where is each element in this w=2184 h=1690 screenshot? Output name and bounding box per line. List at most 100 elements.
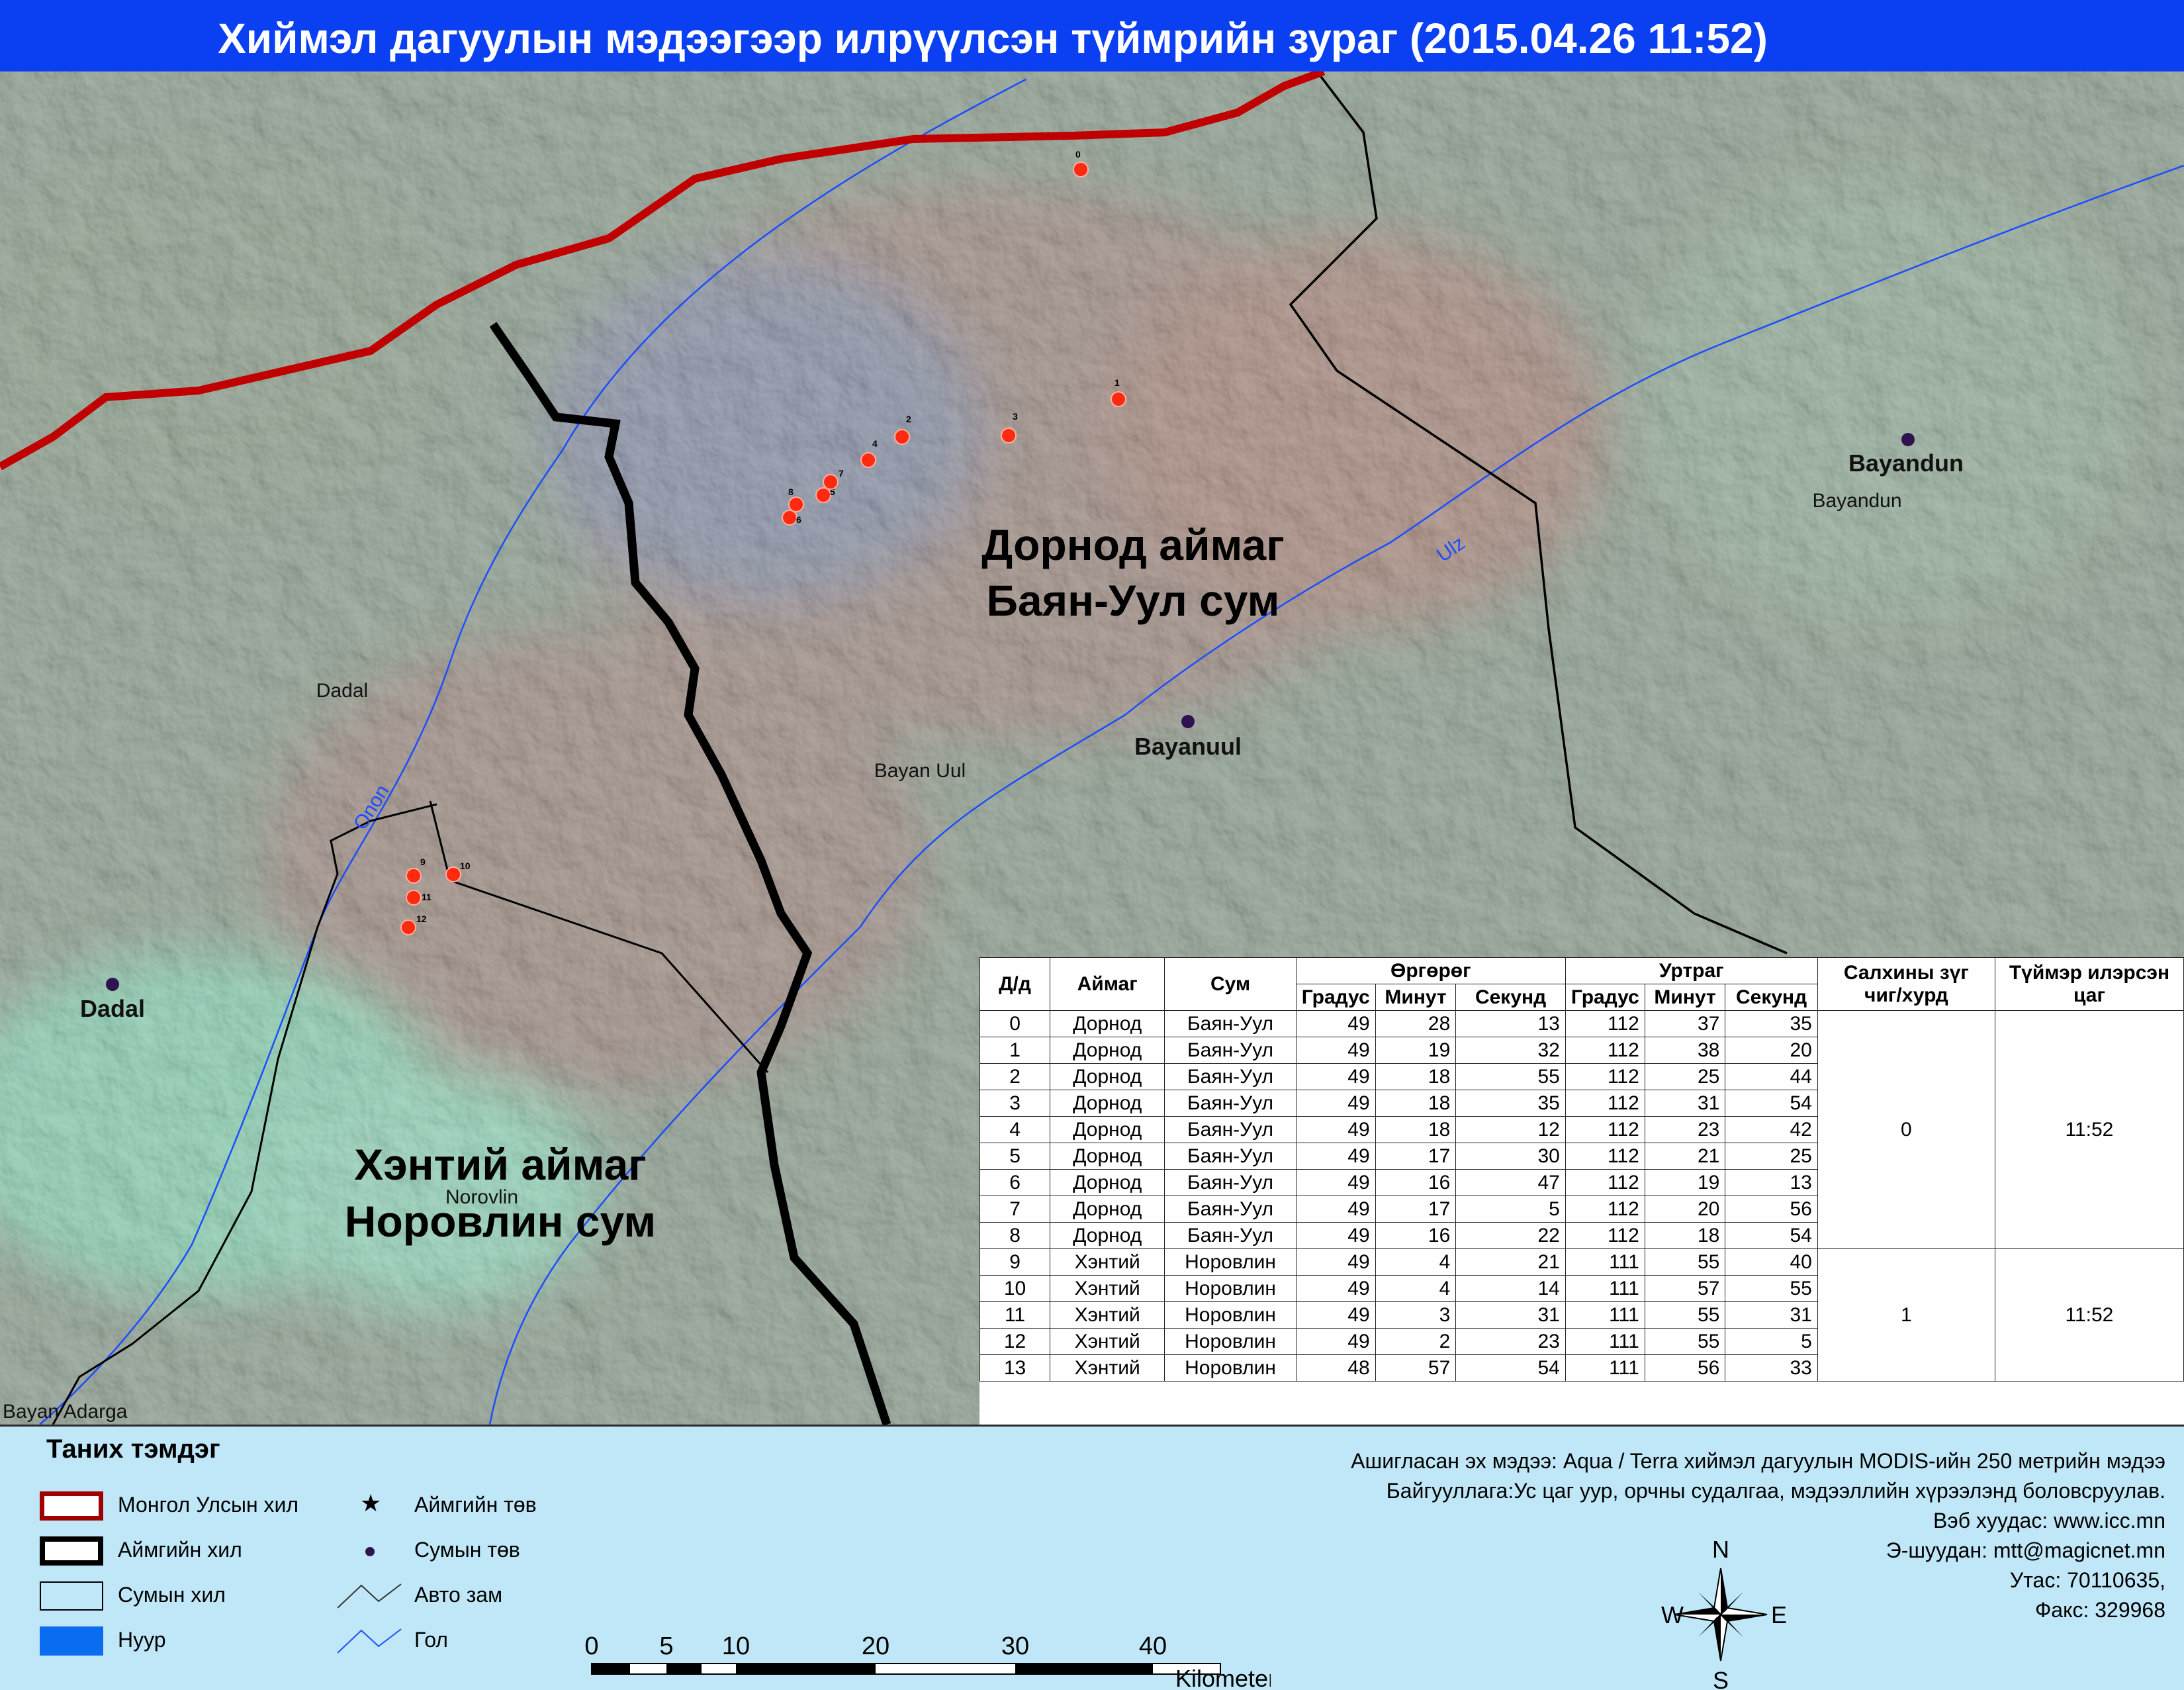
- province-border-swatch: [40, 1536, 103, 1566]
- region-label-aimag: Дорнод аймаг: [981, 520, 1284, 569]
- cell-sum: Баян-Уул: [1164, 1169, 1297, 1196]
- fire-point: [406, 868, 422, 884]
- table-row: 9 Хэнтий Норовлин 49 4 21 111 55 40 1 11:52: [979, 1248, 2184, 1382]
- legend-label: Аймгийн төв: [414, 1493, 537, 1517]
- header-wind: Салхины зүг чиг/хурд: [1817, 957, 1995, 1011]
- cell-lon-s: 25: [1725, 1143, 1818, 1170]
- sum-border-swatch: [40, 1581, 103, 1611]
- cell-lon-s: 44: [1725, 1063, 1818, 1090]
- cell-lon-m: 20: [1644, 1196, 1726, 1223]
- cell-lon-s: 40: [1725, 1248, 1818, 1276]
- legend-label: Сумын хил: [118, 1583, 226, 1607]
- cell-lon-m: 19: [1644, 1169, 1726, 1196]
- scale-tick-label: 0: [584, 1632, 598, 1660]
- cell-lon-s: 20: [1725, 1037, 1818, 1064]
- cell-lon-d: 111: [1565, 1248, 1645, 1276]
- fire-point: [860, 452, 876, 468]
- cell-aimag: Дорнод: [1050, 1222, 1165, 1249]
- cell-lon-m: 25: [1644, 1063, 1726, 1090]
- national-border-swatch: [40, 1491, 103, 1521]
- cell-id: 3: [979, 1090, 1051, 1117]
- header-latitude: Өргөрөг: [1295, 957, 1566, 984]
- town-label-bayanuul: Bayanuul: [1134, 733, 1242, 760]
- fire-point: [782, 510, 797, 526]
- river-line-icon: [338, 1628, 402, 1654]
- legend-label: Нуур: [118, 1628, 166, 1652]
- cell-lon-d: 111: [1565, 1301, 1645, 1329]
- cell-lon-d: 112: [1565, 1169, 1645, 1196]
- info-source: Ашигласан эх мэдээ: Aqua / Terra хиймэл …: [1351, 1449, 2165, 1473]
- town-label-bayandun: Bayandun: [1848, 449, 1964, 477]
- cell-lat-m: 19: [1375, 1037, 1457, 1064]
- cell-lat-m: 57: [1375, 1354, 1457, 1382]
- cell-lon-m: 38: [1644, 1037, 1726, 1064]
- cell-lat-d: 49: [1295, 1169, 1376, 1196]
- legend-label: Аймгийн хил: [118, 1538, 242, 1562]
- cell-lon-s: 31: [1725, 1301, 1818, 1329]
- cell-lon-m: 57: [1644, 1275, 1726, 1302]
- cell-lat-d: 49: [1295, 1275, 1376, 1302]
- cell-lon-m: 55: [1644, 1328, 1726, 1355]
- info-website: Вэб хуудас: www.icc.mn: [1933, 1509, 2165, 1532]
- cell-lat-s: 13: [1455, 1010, 1566, 1037]
- cell-lon-d: 112: [1565, 1090, 1645, 1117]
- cell-lon-m: 55: [1644, 1248, 1726, 1276]
- cell-lon-d: 112: [1565, 1222, 1645, 1249]
- cell-id: 6: [979, 1169, 1051, 1196]
- cell-lat-m: 16: [1375, 1222, 1457, 1249]
- cell-id: 10: [979, 1275, 1051, 1302]
- legend-item-sum-center: Сумын төв: [357, 1531, 622, 1571]
- scale-unit-label: Kilometers: [1175, 1665, 1271, 1690]
- cell-aimag: Дорнод: [1050, 1010, 1165, 1037]
- cell-lat-s: 55: [1455, 1063, 1566, 1090]
- info-organization: Байгууллага:Ус цаг уур, орчны судалгаа, …: [1386, 1479, 2165, 1503]
- cell-lon-d: 112: [1565, 1143, 1645, 1170]
- cell-sum: Норовлин: [1164, 1275, 1297, 1302]
- fire-point-label: 4: [872, 438, 878, 449]
- fire-coordinates-table: Д/д Аймаг Сум Өргөрөг Уртраг Салхины зүг…: [979, 957, 2184, 1382]
- cell-lat-m: 16: [1375, 1169, 1457, 1196]
- cell-lon-d: 111: [1565, 1328, 1645, 1355]
- map-info-block: Ашигласан эх мэдээ: Aqua / Terra хиймэл …: [1107, 1446, 2165, 1625]
- legend-panel: Таних тэмдэг Монгол Улсын хил Аймгийн хи…: [0, 1425, 2184, 1690]
- region-label-sum: Баян-Уул сум: [986, 576, 1279, 625]
- cell-lat-m: 4: [1375, 1248, 1457, 1276]
- map-title-bar: Хиймэл дагуулын мэдээгээр илрүүлсэн түйм…: [0, 0, 2184, 71]
- fire-point-label: 8: [788, 487, 794, 497]
- cell-lat-d: 49: [1295, 1116, 1376, 1143]
- sum-center-dot: [106, 978, 119, 991]
- place-label-bayandun: Bayandun: [1812, 490, 1901, 512]
- legend-item-river: Гол: [338, 1621, 602, 1661]
- cell-lon-m: 37: [1644, 1010, 1726, 1037]
- cell-sum: Баян-Уул: [1164, 1143, 1297, 1170]
- fire-point-label: 11: [422, 892, 432, 902]
- cell-sum: Баян-Уул: [1164, 1037, 1297, 1064]
- scale-segment: [666, 1664, 702, 1674]
- cell-lat-d: 49: [1295, 1063, 1376, 1090]
- cell-id: 0: [979, 1010, 1051, 1037]
- place-label-dadal: Dadal: [316, 680, 368, 702]
- cell-lat-d: 49: [1295, 1328, 1376, 1355]
- cell-id: 4: [979, 1116, 1051, 1143]
- header-lon-sec: Секунд: [1725, 984, 1818, 1011]
- cell-lat-s: 22: [1455, 1222, 1566, 1249]
- cell-lon-s: 5: [1725, 1328, 1818, 1355]
- cell-aimag: Дорнод: [1050, 1063, 1165, 1090]
- cell-wind: 0: [1817, 1010, 1995, 1249]
- fire-point-label: 10: [460, 861, 471, 871]
- cell-lat-s: 32: [1455, 1037, 1566, 1064]
- fire-point: [1111, 391, 1126, 407]
- cell-lon-d: 111: [1565, 1275, 1645, 1302]
- cell-sum: Баян-Уул: [1164, 1196, 1297, 1223]
- info-phone: Утас: 70110635,: [2009, 1568, 2165, 1592]
- cell-lon-s: 54: [1725, 1222, 1818, 1249]
- header-id: Д/д: [979, 957, 1051, 1011]
- cell-lon-d: 112: [1565, 1010, 1645, 1037]
- header-aimag: Аймаг: [1050, 957, 1165, 1011]
- fire-point: [788, 496, 804, 512]
- cell-sum: Баян-Уул: [1164, 1010, 1297, 1037]
- dot-icon: [365, 1547, 375, 1556]
- header-lat-deg: Градус: [1295, 984, 1376, 1011]
- legend-item-province-border: Аймгийн хил: [40, 1531, 357, 1571]
- header-lat-sec: Секунд: [1455, 984, 1566, 1011]
